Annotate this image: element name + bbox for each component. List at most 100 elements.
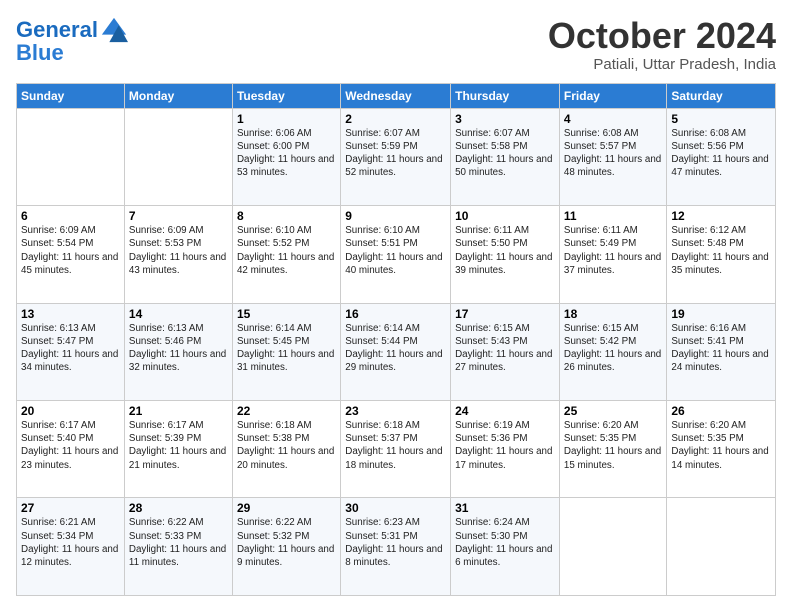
calendar-cell: 2Sunrise: 6:07 AM Sunset: 5:59 PM Daylig…	[341, 108, 451, 205]
calendar-cell	[667, 498, 776, 596]
day-number: 10	[455, 209, 555, 223]
day-info: Sunrise: 6:16 AM Sunset: 5:41 PM Dayligh…	[671, 322, 771, 375]
day-number: 26	[671, 404, 771, 418]
calendar-cell: 27Sunrise: 6:21 AM Sunset: 5:34 PM Dayli…	[17, 498, 125, 596]
day-number: 27	[21, 501, 120, 515]
day-info: Sunrise: 6:10 AM Sunset: 5:52 PM Dayligh…	[237, 224, 336, 277]
day-number: 28	[129, 501, 228, 515]
calendar-cell: 24Sunrise: 6:19 AM Sunset: 5:36 PM Dayli…	[451, 401, 560, 498]
day-info: Sunrise: 6:18 AM Sunset: 5:37 PM Dayligh…	[345, 419, 446, 472]
location: Patiali, Uttar Pradesh, India	[548, 56, 776, 73]
day-number: 20	[21, 404, 120, 418]
day-info: Sunrise: 6:13 AM Sunset: 5:47 PM Dayligh…	[21, 322, 120, 375]
calendar-cell: 3Sunrise: 6:07 AM Sunset: 5:58 PM Daylig…	[451, 108, 560, 205]
dow-header: Sunday	[17, 83, 125, 108]
calendar-cell	[17, 108, 125, 205]
calendar-cell: 9Sunrise: 6:10 AM Sunset: 5:51 PM Daylig…	[341, 206, 451, 303]
calendar-cell: 23Sunrise: 6:18 AM Sunset: 5:37 PM Dayli…	[341, 401, 451, 498]
calendar-cell: 20Sunrise: 6:17 AM Sunset: 5:40 PM Dayli…	[17, 401, 125, 498]
day-info: Sunrise: 6:13 AM Sunset: 5:46 PM Dayligh…	[129, 322, 228, 375]
calendar-body: 1Sunrise: 6:06 AM Sunset: 6:00 PM Daylig…	[17, 108, 776, 595]
calendar-cell: 8Sunrise: 6:10 AM Sunset: 5:52 PM Daylig…	[232, 206, 340, 303]
calendar-week-row: 20Sunrise: 6:17 AM Sunset: 5:40 PM Dayli…	[17, 401, 776, 498]
day-number: 5	[671, 112, 771, 126]
day-number: 31	[455, 501, 555, 515]
day-number: 29	[237, 501, 336, 515]
day-info: Sunrise: 6:12 AM Sunset: 5:48 PM Dayligh…	[671, 224, 771, 277]
calendar-cell: 14Sunrise: 6:13 AM Sunset: 5:46 PM Dayli…	[124, 303, 232, 400]
day-number: 2	[345, 112, 446, 126]
title-block: October 2024 Patiali, Uttar Pradesh, Ind…	[548, 16, 776, 73]
header: General Blue October 2024 Patiali, Uttar…	[16, 16, 776, 73]
day-number: 22	[237, 404, 336, 418]
calendar-cell	[559, 498, 666, 596]
calendar-table: SundayMondayTuesdayWednesdayThursdayFrid…	[16, 83, 776, 596]
day-number: 30	[345, 501, 446, 515]
logo: General Blue	[16, 16, 128, 66]
calendar-cell	[124, 108, 232, 205]
calendar-cell: 30Sunrise: 6:23 AM Sunset: 5:31 PM Dayli…	[341, 498, 451, 596]
day-info: Sunrise: 6:15 AM Sunset: 5:42 PM Dayligh…	[564, 322, 662, 375]
day-info: Sunrise: 6:06 AM Sunset: 6:00 PM Dayligh…	[237, 127, 336, 180]
day-info: Sunrise: 6:14 AM Sunset: 5:44 PM Dayligh…	[345, 322, 446, 375]
day-info: Sunrise: 6:22 AM Sunset: 5:32 PM Dayligh…	[237, 516, 336, 569]
calendar-week-row: 13Sunrise: 6:13 AM Sunset: 5:47 PM Dayli…	[17, 303, 776, 400]
day-number: 16	[345, 307, 446, 321]
calendar-cell: 17Sunrise: 6:15 AM Sunset: 5:43 PM Dayli…	[451, 303, 560, 400]
day-info: Sunrise: 6:21 AM Sunset: 5:34 PM Dayligh…	[21, 516, 120, 569]
day-info: Sunrise: 6:17 AM Sunset: 5:40 PM Dayligh…	[21, 419, 120, 472]
day-number: 18	[564, 307, 662, 321]
days-of-week-row: SundayMondayTuesdayWednesdayThursdayFrid…	[17, 83, 776, 108]
calendar-cell: 1Sunrise: 6:06 AM Sunset: 6:00 PM Daylig…	[232, 108, 340, 205]
day-number: 24	[455, 404, 555, 418]
day-info: Sunrise: 6:11 AM Sunset: 5:50 PM Dayligh…	[455, 224, 555, 277]
calendar-cell: 7Sunrise: 6:09 AM Sunset: 5:53 PM Daylig…	[124, 206, 232, 303]
day-number: 17	[455, 307, 555, 321]
day-info: Sunrise: 6:07 AM Sunset: 5:59 PM Dayligh…	[345, 127, 446, 180]
day-info: Sunrise: 6:09 AM Sunset: 5:54 PM Dayligh…	[21, 224, 120, 277]
day-info: Sunrise: 6:10 AM Sunset: 5:51 PM Dayligh…	[345, 224, 446, 277]
calendar-cell: 16Sunrise: 6:14 AM Sunset: 5:44 PM Dayli…	[341, 303, 451, 400]
day-info: Sunrise: 6:17 AM Sunset: 5:39 PM Dayligh…	[129, 419, 228, 472]
day-info: Sunrise: 6:23 AM Sunset: 5:31 PM Dayligh…	[345, 516, 446, 569]
day-number: 8	[237, 209, 336, 223]
calendar-cell: 29Sunrise: 6:22 AM Sunset: 5:32 PM Dayli…	[232, 498, 340, 596]
day-number: 21	[129, 404, 228, 418]
calendar-week-row: 1Sunrise: 6:06 AM Sunset: 6:00 PM Daylig…	[17, 108, 776, 205]
calendar-cell: 4Sunrise: 6:08 AM Sunset: 5:57 PM Daylig…	[559, 108, 666, 205]
calendar-cell: 6Sunrise: 6:09 AM Sunset: 5:54 PM Daylig…	[17, 206, 125, 303]
day-info: Sunrise: 6:19 AM Sunset: 5:36 PM Dayligh…	[455, 419, 555, 472]
day-info: Sunrise: 6:20 AM Sunset: 5:35 PM Dayligh…	[564, 419, 662, 472]
day-info: Sunrise: 6:09 AM Sunset: 5:53 PM Dayligh…	[129, 224, 228, 277]
calendar-cell: 21Sunrise: 6:17 AM Sunset: 5:39 PM Dayli…	[124, 401, 232, 498]
dow-header: Tuesday	[232, 83, 340, 108]
calendar-cell: 25Sunrise: 6:20 AM Sunset: 5:35 PM Dayli…	[559, 401, 666, 498]
calendar-cell: 22Sunrise: 6:18 AM Sunset: 5:38 PM Dayli…	[232, 401, 340, 498]
day-number: 6	[21, 209, 120, 223]
calendar-week-row: 27Sunrise: 6:21 AM Sunset: 5:34 PM Dayli…	[17, 498, 776, 596]
calendar-cell: 19Sunrise: 6:16 AM Sunset: 5:41 PM Dayli…	[667, 303, 776, 400]
calendar-cell: 26Sunrise: 6:20 AM Sunset: 5:35 PM Dayli…	[667, 401, 776, 498]
dow-header: Friday	[559, 83, 666, 108]
dow-header: Saturday	[667, 83, 776, 108]
calendar-cell: 15Sunrise: 6:14 AM Sunset: 5:45 PM Dayli…	[232, 303, 340, 400]
day-info: Sunrise: 6:11 AM Sunset: 5:49 PM Dayligh…	[564, 224, 662, 277]
day-number: 9	[345, 209, 446, 223]
day-number: 25	[564, 404, 662, 418]
day-info: Sunrise: 6:08 AM Sunset: 5:56 PM Dayligh…	[671, 127, 771, 180]
calendar-cell: 31Sunrise: 6:24 AM Sunset: 5:30 PM Dayli…	[451, 498, 560, 596]
day-number: 7	[129, 209, 228, 223]
month-title: October 2024	[548, 16, 776, 56]
calendar-cell: 28Sunrise: 6:22 AM Sunset: 5:33 PM Dayli…	[124, 498, 232, 596]
day-number: 14	[129, 307, 228, 321]
dow-header: Thursday	[451, 83, 560, 108]
day-number: 1	[237, 112, 336, 126]
logo-icon	[100, 16, 128, 44]
calendar-week-row: 6Sunrise: 6:09 AM Sunset: 5:54 PM Daylig…	[17, 206, 776, 303]
day-info: Sunrise: 6:20 AM Sunset: 5:35 PM Dayligh…	[671, 419, 771, 472]
day-info: Sunrise: 6:08 AM Sunset: 5:57 PM Dayligh…	[564, 127, 662, 180]
calendar-cell: 13Sunrise: 6:13 AM Sunset: 5:47 PM Dayli…	[17, 303, 125, 400]
calendar-cell: 18Sunrise: 6:15 AM Sunset: 5:42 PM Dayli…	[559, 303, 666, 400]
day-info: Sunrise: 6:18 AM Sunset: 5:38 PM Dayligh…	[237, 419, 336, 472]
day-info: Sunrise: 6:22 AM Sunset: 5:33 PM Dayligh…	[129, 516, 228, 569]
